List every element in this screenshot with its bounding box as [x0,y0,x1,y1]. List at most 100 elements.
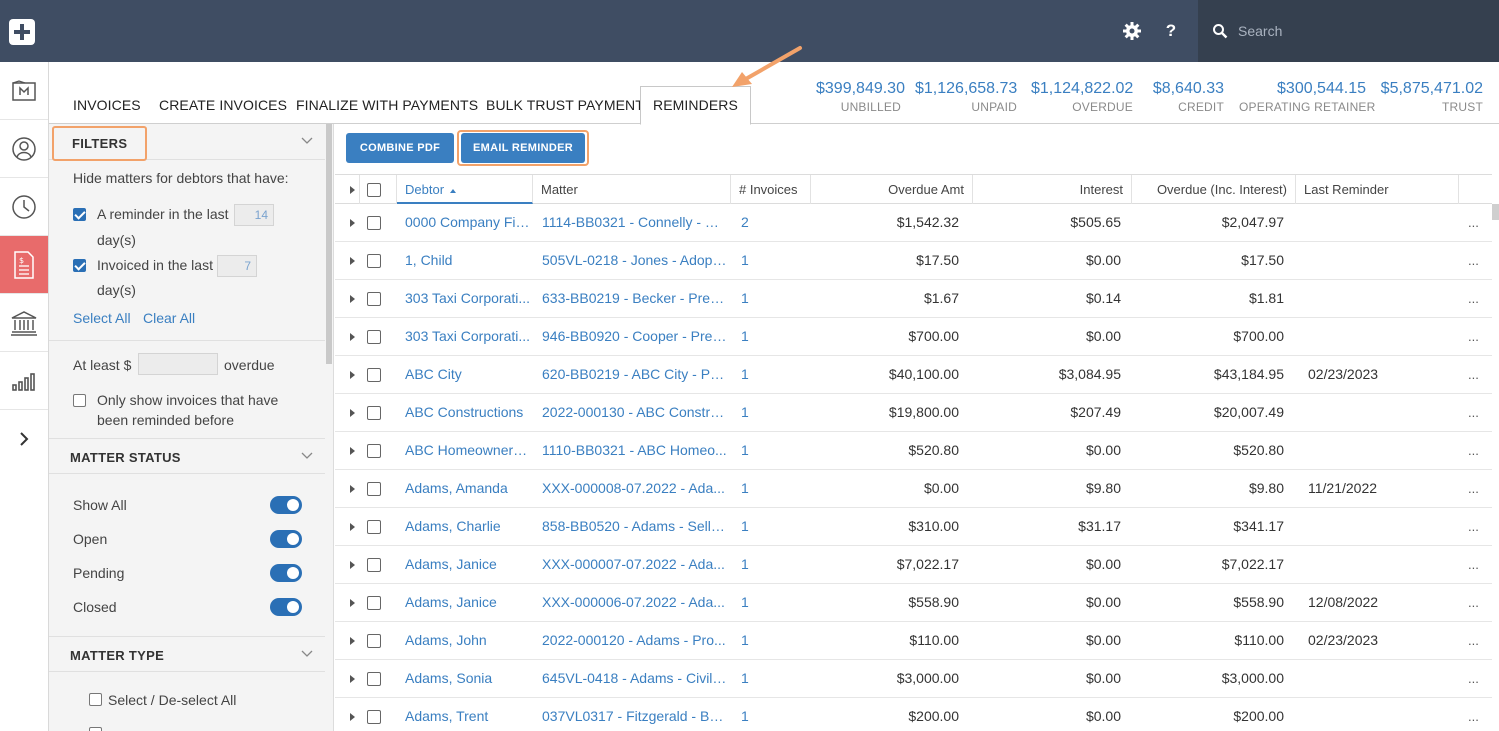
row-checkbox[interactable] [367,292,381,306]
debtor-link[interactable]: Adams, Charlie [405,508,531,545]
caret-right-icon[interactable] [350,561,355,569]
tab-finalize-with-payments[interactable]: FINALIZE WITH PAYMENTS [296,94,478,124]
debtor-link[interactable]: Adams, Sonia [405,660,531,697]
status-pending-toggle[interactable] [270,564,302,582]
row-checkbox[interactable] [367,368,381,382]
search-input[interactable] [1238,17,1478,45]
min-overdue-input[interactable] [138,353,218,375]
row-checkbox[interactable] [367,216,381,230]
chevron-down-icon[interactable] [301,137,313,145]
invoice-count-link[interactable]: 1 [741,584,801,621]
row-menu-button[interactable]: ... [1468,394,1479,431]
debtor-link[interactable]: ABC City [405,356,531,393]
select-all-cell[interactable] [360,175,397,204]
caret-right-icon[interactable] [350,637,355,645]
caret-right-icon[interactable] [350,447,355,455]
column-last-reminder[interactable]: Last Reminder [1296,175,1459,204]
invoiced-days-input[interactable] [217,255,257,277]
reports-icon[interactable] [0,352,48,410]
table-row[interactable]: Adams, Sonia 645VL-0418 - Adams - Civil .… [335,660,1492,698]
table-row[interactable]: ABC Homeowners... 1110-BB0321 - ABC Homeo… [335,432,1492,470]
table-row[interactable]: 303 Taxi Corporati... 946-BB0920 - Cooper… [335,318,1492,356]
column-invoices[interactable]: # Invoices [731,175,811,204]
table-row[interactable]: 303 Taxi Corporati... 633-BB0219 - Becker… [335,280,1492,318]
caret-right-icon[interactable] [350,333,355,341]
debtor-link[interactable]: ABC Homeowners... [405,432,531,469]
matter-link[interactable]: 505VL-0218 - Jones - Adopti... [542,242,727,279]
row-menu-button[interactable]: ... [1468,470,1479,507]
invoice-count-link[interactable]: 1 [741,280,801,317]
row-checkbox[interactable] [367,520,381,534]
select-all-checkbox[interactable] [367,183,381,197]
only-reminded-checkbox[interactable] [73,394,86,407]
invoice-count-link[interactable]: 1 [741,356,801,393]
column-overdue-inc-interest[interactable]: Overdue (Inc. Interest) [1132,175,1296,204]
debtor-link[interactable]: 303 Taxi Corporati... [405,280,531,317]
tab-create-invoices[interactable]: CREATE INVOICES [159,94,287,124]
caret-right-icon[interactable] [350,186,355,194]
matter-link[interactable]: 1114-BB0321 - Connelly - W... [542,204,727,241]
invoice-count-link[interactable]: 1 [741,242,801,279]
contacts-icon[interactable] [0,120,48,178]
matter-type-checkbox[interactable] [89,727,102,731]
reminder-days-input[interactable] [234,204,274,226]
invoice-count-link[interactable]: 1 [741,318,801,355]
matter-type-header[interactable]: MATTER TYPE [49,636,325,672]
row-checkbox[interactable] [367,444,381,458]
caret-right-icon[interactable] [350,523,355,531]
invoice-count-link[interactable]: 1 [741,622,801,659]
invoice-count-link[interactable]: 1 [741,432,801,469]
matter-link[interactable]: 620-BB0219 - ABC City - Pro... [542,356,727,393]
table-row[interactable]: Adams, Amanda XXX-000008-07.2022 - Ada...… [335,470,1492,508]
row-menu-button[interactable]: ... [1468,356,1479,393]
invoice-count-link[interactable]: 1 [741,698,801,731]
row-menu-button[interactable]: ... [1468,660,1479,697]
caret-right-icon[interactable] [350,371,355,379]
row-checkbox[interactable] [367,406,381,420]
matter-link[interactable]: 645VL-0418 - Adams - Civil ... [542,660,727,697]
column-matter[interactable]: Matter [533,175,731,204]
row-menu-button[interactable]: ... [1468,584,1479,621]
matter-link[interactable]: 1110-BB0321 - ABC Homeo... [542,432,727,469]
caret-right-icon[interactable] [350,409,355,417]
row-checkbox[interactable] [367,558,381,572]
caret-right-icon[interactable] [350,675,355,683]
matter-link[interactable]: XXX-000006-07.2022 - Ada... [542,584,727,621]
column-debtor[interactable]: Debtor [397,175,533,204]
row-menu-button[interactable]: ... [1468,242,1479,279]
table-scrollbar[interactable] [1492,204,1499,220]
row-menu-button[interactable]: ... [1468,698,1479,731]
row-menu-button[interactable]: ... [1468,546,1479,583]
tab-invoices[interactable]: INVOICES [73,94,141,124]
debtor-link[interactable]: 303 Taxi Corporati... [405,318,531,355]
row-menu-button[interactable]: ... [1468,508,1479,545]
filter-scrollbar[interactable] [326,124,332,364]
table-row[interactable]: Adams, Trent 037VL0317 - Fitzgerald - Bu.… [335,698,1492,731]
chevron-down-icon[interactable] [301,452,313,460]
add-icon[interactable] [9,19,35,45]
debtor-link[interactable]: Adams, Janice [405,546,531,583]
caret-right-icon[interactable] [350,485,355,493]
status-closed-toggle[interactable] [270,598,302,616]
select-all-link[interactable]: Select All [73,310,131,326]
invoice-count-link[interactable]: 1 [741,394,801,431]
table-row[interactable]: Adams, Janice XXX-000006-07.2022 - Ada...… [335,584,1492,622]
matters-icon[interactable] [0,62,48,120]
table-row[interactable]: Adams, John 2022-000120 - Adams - Pro... 1… [335,622,1492,660]
row-menu-button[interactable]: ... [1468,432,1479,469]
help-icon[interactable]: ? [1161,20,1181,42]
caret-right-icon[interactable] [350,713,355,721]
reminder-checkbox[interactable] [73,208,86,221]
matter-status-header[interactable]: MATTER STATUS [49,438,325,474]
row-checkbox[interactable] [367,482,381,496]
row-checkbox[interactable] [367,634,381,648]
invoiced-checkbox[interactable] [73,259,86,272]
time-icon[interactable] [0,178,48,236]
debtor-link[interactable]: 0000 Company Fir... [405,204,531,241]
matter-link[interactable]: 037VL0317 - Fitzgerald - Bu... [542,698,727,731]
row-checkbox[interactable] [367,330,381,344]
matter-link[interactable]: 858-BB0520 - Adams - Sell -... [542,508,727,545]
debtor-link[interactable]: Adams, John [405,622,531,659]
matter-link[interactable]: 946-BB0920 - Cooper - Pre ... [542,318,727,355]
gear-icon[interactable] [1122,21,1142,41]
